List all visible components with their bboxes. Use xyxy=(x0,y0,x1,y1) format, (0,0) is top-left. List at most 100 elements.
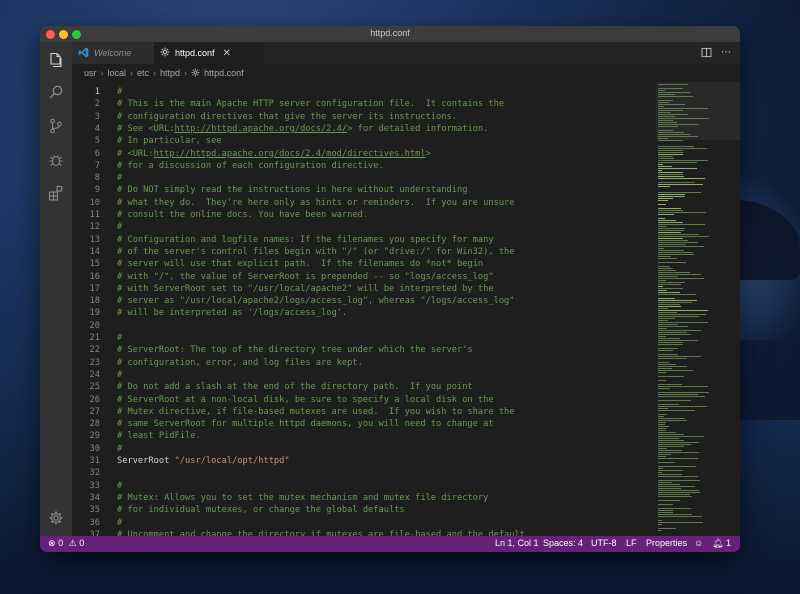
url-link[interactable]: http://httpd.apache.org/docs/2.4/mod/dir… xyxy=(154,149,426,159)
code-line[interactable]: 3 # configuration directives that give th… xyxy=(72,111,656,123)
line-number: 13 xyxy=(89,234,100,245)
split-editor-icon[interactable] xyxy=(700,47,712,59)
code-line[interactable]: 20 xyxy=(72,320,656,332)
code-line[interactable]: 5 # In particular, see xyxy=(72,135,656,147)
code-line[interactable]: 18 # server as "/usr/local/apache2/logs/a… xyxy=(72,295,656,307)
code-line[interactable]: 21 # xyxy=(72,332,656,344)
code-line[interactable]: 19 # will be interpreted as '/logs/access… xyxy=(72,307,656,319)
comment-text: # <URL: xyxy=(117,148,154,159)
minimap-line xyxy=(658,434,684,435)
breadcrumb-item-file[interactable]: httpd.conf xyxy=(204,68,244,78)
breadcrumb-item-httpd[interactable]: httpd xyxy=(160,68,180,78)
bell-icon: 🔔︎ xyxy=(712,538,724,548)
language-mode[interactable]: Properties xyxy=(646,538,687,548)
code-line[interactable]: 24 # xyxy=(72,369,656,381)
minimap-line xyxy=(658,150,683,151)
code-line[interactable]: 31 ServerRoot "/usr/local/opt/httpd" xyxy=(72,455,656,467)
minimap-line xyxy=(658,476,698,477)
line-text: # of the server's control files begin wi… xyxy=(117,246,515,257)
code-line[interactable]: 7 # for a discussion of each configuratio… xyxy=(72,160,656,172)
cursor-position[interactable]: Ln 1, Col 1 xyxy=(495,538,539,548)
url-link[interactable]: http://httpd.apache.org/docs/2.4/ xyxy=(175,124,348,134)
tab-httpd-conf[interactable]: httpd.conf ✕ xyxy=(154,42,264,64)
code-line[interactable]: 34 # Mutex: Allows you to set the mutex m… xyxy=(72,492,656,504)
line-text: # xyxy=(117,517,123,528)
code-line[interactable]: 4 # See <URL:http://httpd.apache.org/docs… xyxy=(72,123,656,135)
source-control-icon[interactable] xyxy=(48,118,64,134)
code-line[interactable]: 37 # Uncomment and change the directory i… xyxy=(72,529,656,536)
code-line[interactable]: 36 # xyxy=(72,517,656,529)
minimap-slider[interactable] xyxy=(656,82,740,140)
minimap-line xyxy=(658,496,692,497)
breadcrumb-item-etc[interactable]: etc xyxy=(137,68,149,78)
code-line[interactable]: 2 # This is the main Apache HTTP server c… xyxy=(72,98,656,110)
feedback-smiley-icon[interactable]: ☺ xyxy=(694,538,703,548)
code-line[interactable]: 13 # Configuration and logfile names: If … xyxy=(72,234,656,246)
code-line[interactable]: 10 # what they do. They're here only as h… xyxy=(72,197,656,209)
code-line[interactable]: 33 # xyxy=(72,480,656,492)
code-line[interactable]: 11 # consult the online docs. You have be… xyxy=(72,209,656,221)
code-line[interactable]: 23 # configuration, error, and log files … xyxy=(72,357,656,369)
error-icon: ⊗ xyxy=(48,538,56,548)
minimap-line xyxy=(658,362,669,363)
minimap-line xyxy=(658,224,705,225)
minimap-line xyxy=(658,444,691,445)
code-line[interactable]: 35 # for individual mutexes, or change th… xyxy=(72,504,656,516)
indentation-setting[interactable]: Spaces: 4 xyxy=(543,538,583,548)
line-number: 35 xyxy=(89,505,100,516)
minimap-line xyxy=(658,226,667,227)
minimap[interactable] xyxy=(656,82,740,536)
minimap-line xyxy=(658,322,708,323)
code-line[interactable]: 29 # least PidFile. xyxy=(72,430,656,442)
notifications-indicator[interactable]: 🔔︎ 1 xyxy=(712,538,731,549)
code-line[interactable]: 14 # of the server's control files begin … xyxy=(72,246,656,258)
minimap-line xyxy=(658,292,680,293)
code-line[interactable]: 8 # xyxy=(72,172,656,184)
code-line[interactable]: 1 # xyxy=(72,86,656,98)
tab-welcome[interactable]: Welcome xyxy=(72,42,154,64)
minimap-line xyxy=(658,196,685,197)
explorer-icon[interactable] xyxy=(48,52,64,68)
eol-setting[interactable]: LF xyxy=(626,538,637,548)
code-line[interactable]: 9 # Do NOT simply read the instructions i… xyxy=(72,184,656,196)
code-line[interactable]: 30 # xyxy=(72,443,656,455)
encoding-setting[interactable]: UTF-8 xyxy=(591,538,617,548)
code-line[interactable]: 27 # Mutex directive, if file-based mutex… xyxy=(72,406,656,418)
close-icon[interactable]: ✕ xyxy=(223,48,231,59)
breadcrumb-item-usr[interactable]: usr xyxy=(84,68,97,78)
minimap-line xyxy=(658,474,682,475)
minimap-line xyxy=(658,448,667,449)
breadcrumb-item-local[interactable]: local xyxy=(108,68,127,78)
search-icon[interactable] xyxy=(48,84,64,100)
minimap-line xyxy=(658,186,670,187)
code-line[interactable]: 26 # ServerRoot at a non-local disk, be s… xyxy=(72,394,656,406)
code-line[interactable]: 15 # server will use that explicit path. … xyxy=(72,258,656,270)
minimap-line xyxy=(658,396,705,397)
minimap-line xyxy=(658,438,679,439)
minimap-line xyxy=(658,348,678,349)
minimap-line xyxy=(658,500,680,501)
minimap-line xyxy=(658,484,680,485)
line-number: 19 xyxy=(89,308,100,319)
code-line[interactable]: 6 # <URL:http://httpd.apache.org/docs/2.4… xyxy=(72,148,656,160)
code-line[interactable]: 32 xyxy=(72,467,656,479)
code-line[interactable]: 16 # with "/", the value of ServerRoot is… xyxy=(72,271,656,283)
notification-count: 1 xyxy=(725,538,731,548)
code-line[interactable]: 12 # xyxy=(72,221,656,233)
minimap-line xyxy=(658,236,709,237)
extensions-icon[interactable] xyxy=(48,185,64,201)
code-line[interactable]: 25 # Do not add a slash at the end of the… xyxy=(72,381,656,393)
minimap-line xyxy=(658,336,666,337)
minimap-line xyxy=(658,472,662,473)
minimap-line xyxy=(658,494,690,495)
code-editor[interactable]: 1 #2 # This is the main Apache HTTP server… xyxy=(72,82,656,536)
debug-icon[interactable] xyxy=(48,152,64,168)
minimap-line xyxy=(658,466,696,467)
minimap-line xyxy=(658,486,695,487)
problems-indicator[interactable]: ⊗ 0 ⚠ 0 xyxy=(48,538,84,549)
code-line[interactable]: 22 # ServerRoot: The top of the directory… xyxy=(72,344,656,356)
code-line[interactable]: 17 # with ServerRoot set to "/usr/local/a… xyxy=(72,283,656,295)
code-line[interactable]: 28 # same ServerRoot for multiple httpd d… xyxy=(72,418,656,430)
more-actions-icon[interactable]: ⋯ xyxy=(720,47,732,59)
settings-gear-icon[interactable] xyxy=(48,510,64,526)
